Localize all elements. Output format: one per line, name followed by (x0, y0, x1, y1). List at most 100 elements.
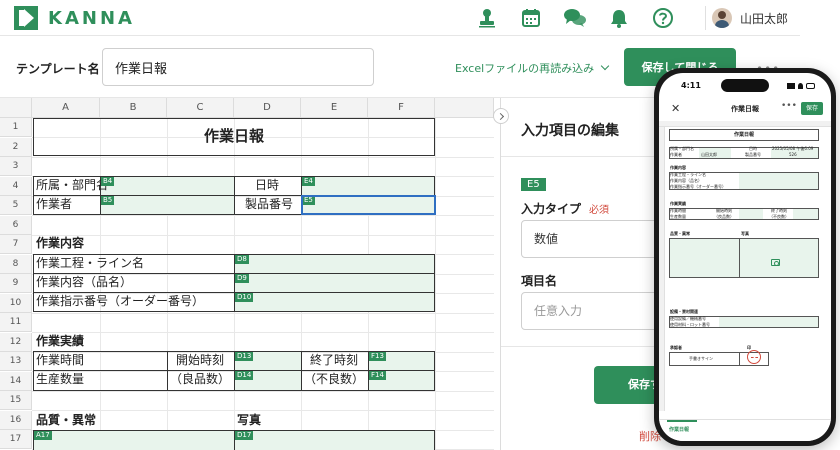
logo-mark-icon (14, 6, 38, 30)
camera-icon[interactable] (771, 259, 780, 266)
excel-reload-dropdown[interactable]: Excelファイルの再読み込み (455, 60, 610, 76)
row-header[interactable]: 1 (0, 118, 32, 137)
tab-indicator (667, 420, 697, 422)
cell-tag[interactable]: F13 (369, 352, 386, 361)
phone-screen: 4:11 ✕ 作業日報 ••• 保存 作業日報 所属・部門名 作業者 山田太郎 (659, 73, 831, 441)
cell-tag[interactable]: D13 (235, 352, 254, 361)
cell-label: 製品番号 (245, 197, 294, 211)
phone-col-border (739, 238, 740, 278)
template-name-input[interactable] (102, 48, 374, 86)
tab-daily-report[interactable]: 作業日報 (669, 426, 689, 433)
phone-bottom-tabs: 作業日報 (659, 419, 831, 441)
cell-tag[interactable]: B4 (101, 177, 115, 186)
cell-tag[interactable]: D14 (235, 371, 254, 380)
phone-more-icon[interactable]: ••• (781, 101, 797, 111)
cell-label: 日時 (255, 178, 280, 192)
phone-section: 設備・資材関連 (670, 309, 698, 314)
column-header[interactable]: A (32, 98, 100, 118)
phone-handwritten-sign[interactable]: 手書きサイン (689, 356, 713, 362)
row-header[interactable]: 11 (0, 313, 32, 332)
row-header[interactable]: 17 (0, 430, 32, 449)
kanna-logo[interactable]: KANNA (14, 6, 135, 30)
cell-label: 作業者 (36, 197, 73, 211)
collapse-chevron-icon[interactable] (493, 108, 509, 124)
phone-work-result-box (669, 208, 819, 220)
cell-label: （良品数） (170, 372, 231, 386)
cell-tag[interactable]: E4 (302, 177, 315, 186)
wifi-icon (797, 82, 803, 89)
cell-tag[interactable]: D8 (235, 255, 249, 264)
section-title: 品質・異常 (36, 413, 97, 427)
grid-line (32, 332, 494, 333)
phone-section: 作業実績 (670, 201, 686, 206)
row-header[interactable]: 8 (0, 255, 32, 274)
phone-preview: 4:11 ✕ 作業日報 ••• 保存 作業日報 所属・部門名 作業者 山田太郎 (654, 68, 836, 446)
cell-label: 開始時刻 (176, 353, 225, 367)
section-title: 写真 (237, 413, 262, 427)
phone-label: 製品番号 (745, 152, 761, 157)
cell-badge: E5 (521, 178, 546, 191)
status-time: 4:11 (681, 81, 701, 90)
row-header[interactable]: 3 (0, 157, 32, 176)
column-header[interactable]: D (234, 98, 301, 118)
column-header[interactable]: B (100, 98, 167, 118)
phone-section: 品質・異常 (670, 231, 690, 236)
calendar-icon[interactable] (518, 5, 544, 31)
row-header[interactable]: 15 (0, 391, 32, 410)
phone-row-headers (659, 127, 665, 411)
chevron-down-icon (600, 61, 610, 71)
phone-sheet[interactable]: 作業日報 所属・部門名 作業者 山田太郎 日時 2025/05/08 午後6:0… (659, 121, 831, 411)
row-header[interactable]: 6 (0, 216, 32, 235)
template-name-label: テンプレート名 (16, 62, 100, 76)
spreadsheet[interactable]: A B C D E F 1 2 3 4 5 6 7 8 9 10 11 12 13 14 15 16 17 作業… (0, 98, 494, 450)
phone-column-headers (659, 121, 831, 127)
phone-col-border (739, 352, 740, 366)
cell-tag[interactable]: D17 (235, 431, 254, 440)
column-header[interactable]: C (167, 98, 234, 118)
row-header[interactable]: 2 (0, 138, 32, 157)
phone-header: ✕ 作業日報 ••• 保存 (659, 99, 831, 121)
selected-cell-e5[interactable] (301, 195, 436, 215)
bell-icon[interactable] (606, 5, 632, 31)
col-border (167, 351, 168, 391)
grid-line (435, 118, 436, 450)
stamp-seal-icon[interactable] (747, 350, 761, 364)
cell-label: 作業指示番号（オーダー番号） (36, 294, 205, 308)
row-header[interactable]: 4 (0, 177, 32, 196)
excel-reload-label: Excelファイルの再読み込み (455, 62, 595, 75)
section-title: 作業内容 (36, 236, 85, 250)
phone-label: 生産数量 (670, 214, 686, 219)
item-name-label: 項目名 (521, 274, 558, 288)
row-header[interactable]: 9 (0, 274, 32, 293)
row-header[interactable]: 16 (0, 411, 32, 430)
user-name: 山田太郎 (740, 11, 789, 26)
cell-label: 生産数量 (36, 372, 85, 386)
column-header[interactable]: E (301, 98, 368, 118)
row-header[interactable]: 5 (0, 196, 32, 215)
row-header[interactable]: 14 (0, 372, 32, 391)
row-header[interactable]: 13 (0, 352, 32, 371)
stamp-icon[interactable] (474, 5, 500, 31)
chat-icon[interactable] (562, 5, 588, 31)
grid-line (32, 157, 494, 158)
cell-label: 作業内容（品名） (36, 275, 133, 289)
col-border (234, 176, 235, 215)
phone-label: （良品数） (714, 214, 734, 219)
column-header[interactable] (435, 98, 494, 118)
cell-tag[interactable]: D10 (235, 293, 254, 302)
row-header[interactable]: 7 (0, 235, 32, 254)
cell-tag[interactable]: A17 (34, 431, 52, 440)
sheet-corner (0, 98, 32, 118)
cell-tag[interactable]: D9 (235, 274, 249, 283)
row-header[interactable]: 12 (0, 333, 32, 352)
cell-label: 終了時刻 (310, 353, 359, 367)
user-menu[interactable]: 山田太郎 (705, 6, 788, 30)
column-header[interactable]: F (368, 98, 435, 118)
row-header[interactable]: 10 (0, 294, 32, 313)
cell-tag[interactable]: F14 (369, 371, 386, 380)
cell-tag[interactable]: B5 (101, 196, 115, 205)
grid-line (32, 313, 494, 314)
help-icon[interactable] (650, 5, 676, 31)
avatar (712, 8, 732, 28)
phone-save-button[interactable]: 保存 (801, 102, 823, 115)
